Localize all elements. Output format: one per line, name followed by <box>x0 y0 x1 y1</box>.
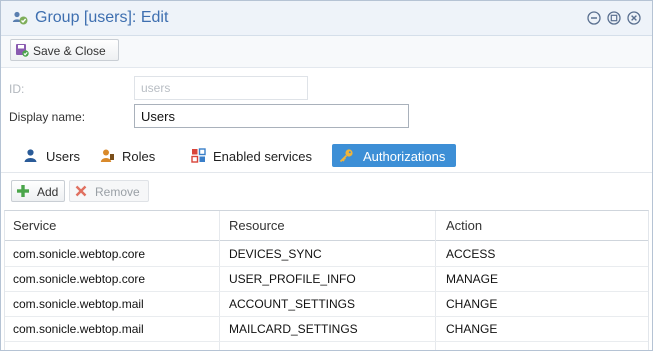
column-header-resource[interactable]: Resource <box>229 218 285 233</box>
minimize-icon[interactable] <box>587 11 601 25</box>
table-row[interactable]: com.sonicle.webtop.core USER_PROFILE_INF… <box>5 266 648 292</box>
remove-icon <box>75 185 87 197</box>
display-name-field[interactable] <box>134 104 409 128</box>
table-row[interactable]: com.sonicle.webtop.core DEVICES_SYNC ACC… <box>5 241 648 267</box>
display-name-label: Display name: <box>9 110 86 124</box>
tab-authorizations[interactable]: Authorizations <box>332 144 456 167</box>
tab-roles-label: Roles <box>122 149 156 164</box>
resource-cell: MAILCARD_SETTINGS <box>229 322 358 336</box>
action-cell: CHANGE <box>446 322 498 336</box>
tab-enabled-services-label: Enabled services <box>213 149 312 164</box>
user-icon <box>24 149 37 162</box>
id-label: ID: <box>9 82 25 96</box>
resource-cell: ACCOUNT_SETTINGS <box>229 297 356 311</box>
table-row[interactable]: com.sonicle.webtop.mail ACCOUNT_SETTINGS… <box>5 291 648 317</box>
tab-bar: Users Roles Enabled services Authorizati… <box>1 138 652 173</box>
save-close-button[interactable]: Save & Close <box>10 39 119 61</box>
close-icon[interactable] <box>627 11 641 25</box>
service-cell: com.sonicle.webtop.mail <box>13 297 144 311</box>
group-icon <box>12 11 28 25</box>
tab-roles[interactable]: Roles <box>93 144 165 167</box>
remove-button[interactable]: Remove <box>69 180 149 202</box>
key-icon <box>339 149 353 163</box>
main-toolbar: Save & Close <box>1 36 652 68</box>
column-header-service[interactable]: Service <box>13 218 56 233</box>
service-cell: com.sonicle.webtop.mail <box>13 322 144 336</box>
table-row[interactable]: com.sonicle.webtop.mail MAILCARD_SETTING… <box>5 316 648 342</box>
tab-users[interactable]: Users <box>16 144 86 167</box>
plus-icon <box>17 185 29 197</box>
service-cell: com.sonicle.webtop.core <box>13 247 146 261</box>
tab-users-label: Users <box>46 149 80 164</box>
window-titlebar[interactable]: Group [users]: Edit <box>1 1 652 36</box>
service-cell: com.sonicle.webtop.core <box>13 272 146 286</box>
grid-header: Service Resource Action <box>5 211 648 241</box>
action-cell: CHANGE <box>446 297 498 311</box>
save-close-icon <box>16 44 29 57</box>
resource-cell: DEVICES_SYNC <box>229 247 322 261</box>
action-cell: MANAGE <box>446 272 499 286</box>
roles-icon <box>100 149 114 162</box>
add-button[interactable]: Add <box>11 180 65 202</box>
column-header-action[interactable]: Action <box>446 218 482 233</box>
tab-authorizations-label: Authorizations <box>363 149 446 164</box>
save-close-label: Save & Close <box>33 44 106 58</box>
maximize-icon[interactable] <box>607 11 621 25</box>
authorizations-grid: Service Resource Action com.sonicle.webt… <box>4 210 649 350</box>
window-title: Group [users]: Edit <box>35 9 169 26</box>
id-field[interactable] <box>134 76 308 100</box>
remove-label: Remove <box>95 185 140 199</box>
action-cell: ACCESS <box>446 247 496 261</box>
tab-enabled-services[interactable]: Enabled services <box>184 144 324 167</box>
services-icon <box>191 148 206 163</box>
add-label: Add <box>37 185 59 199</box>
group-edit-window: Group [users]: Edit Save & Close ID: use… <box>0 0 653 351</box>
resource-cell: USER_PROFILE_INFO <box>229 272 356 286</box>
